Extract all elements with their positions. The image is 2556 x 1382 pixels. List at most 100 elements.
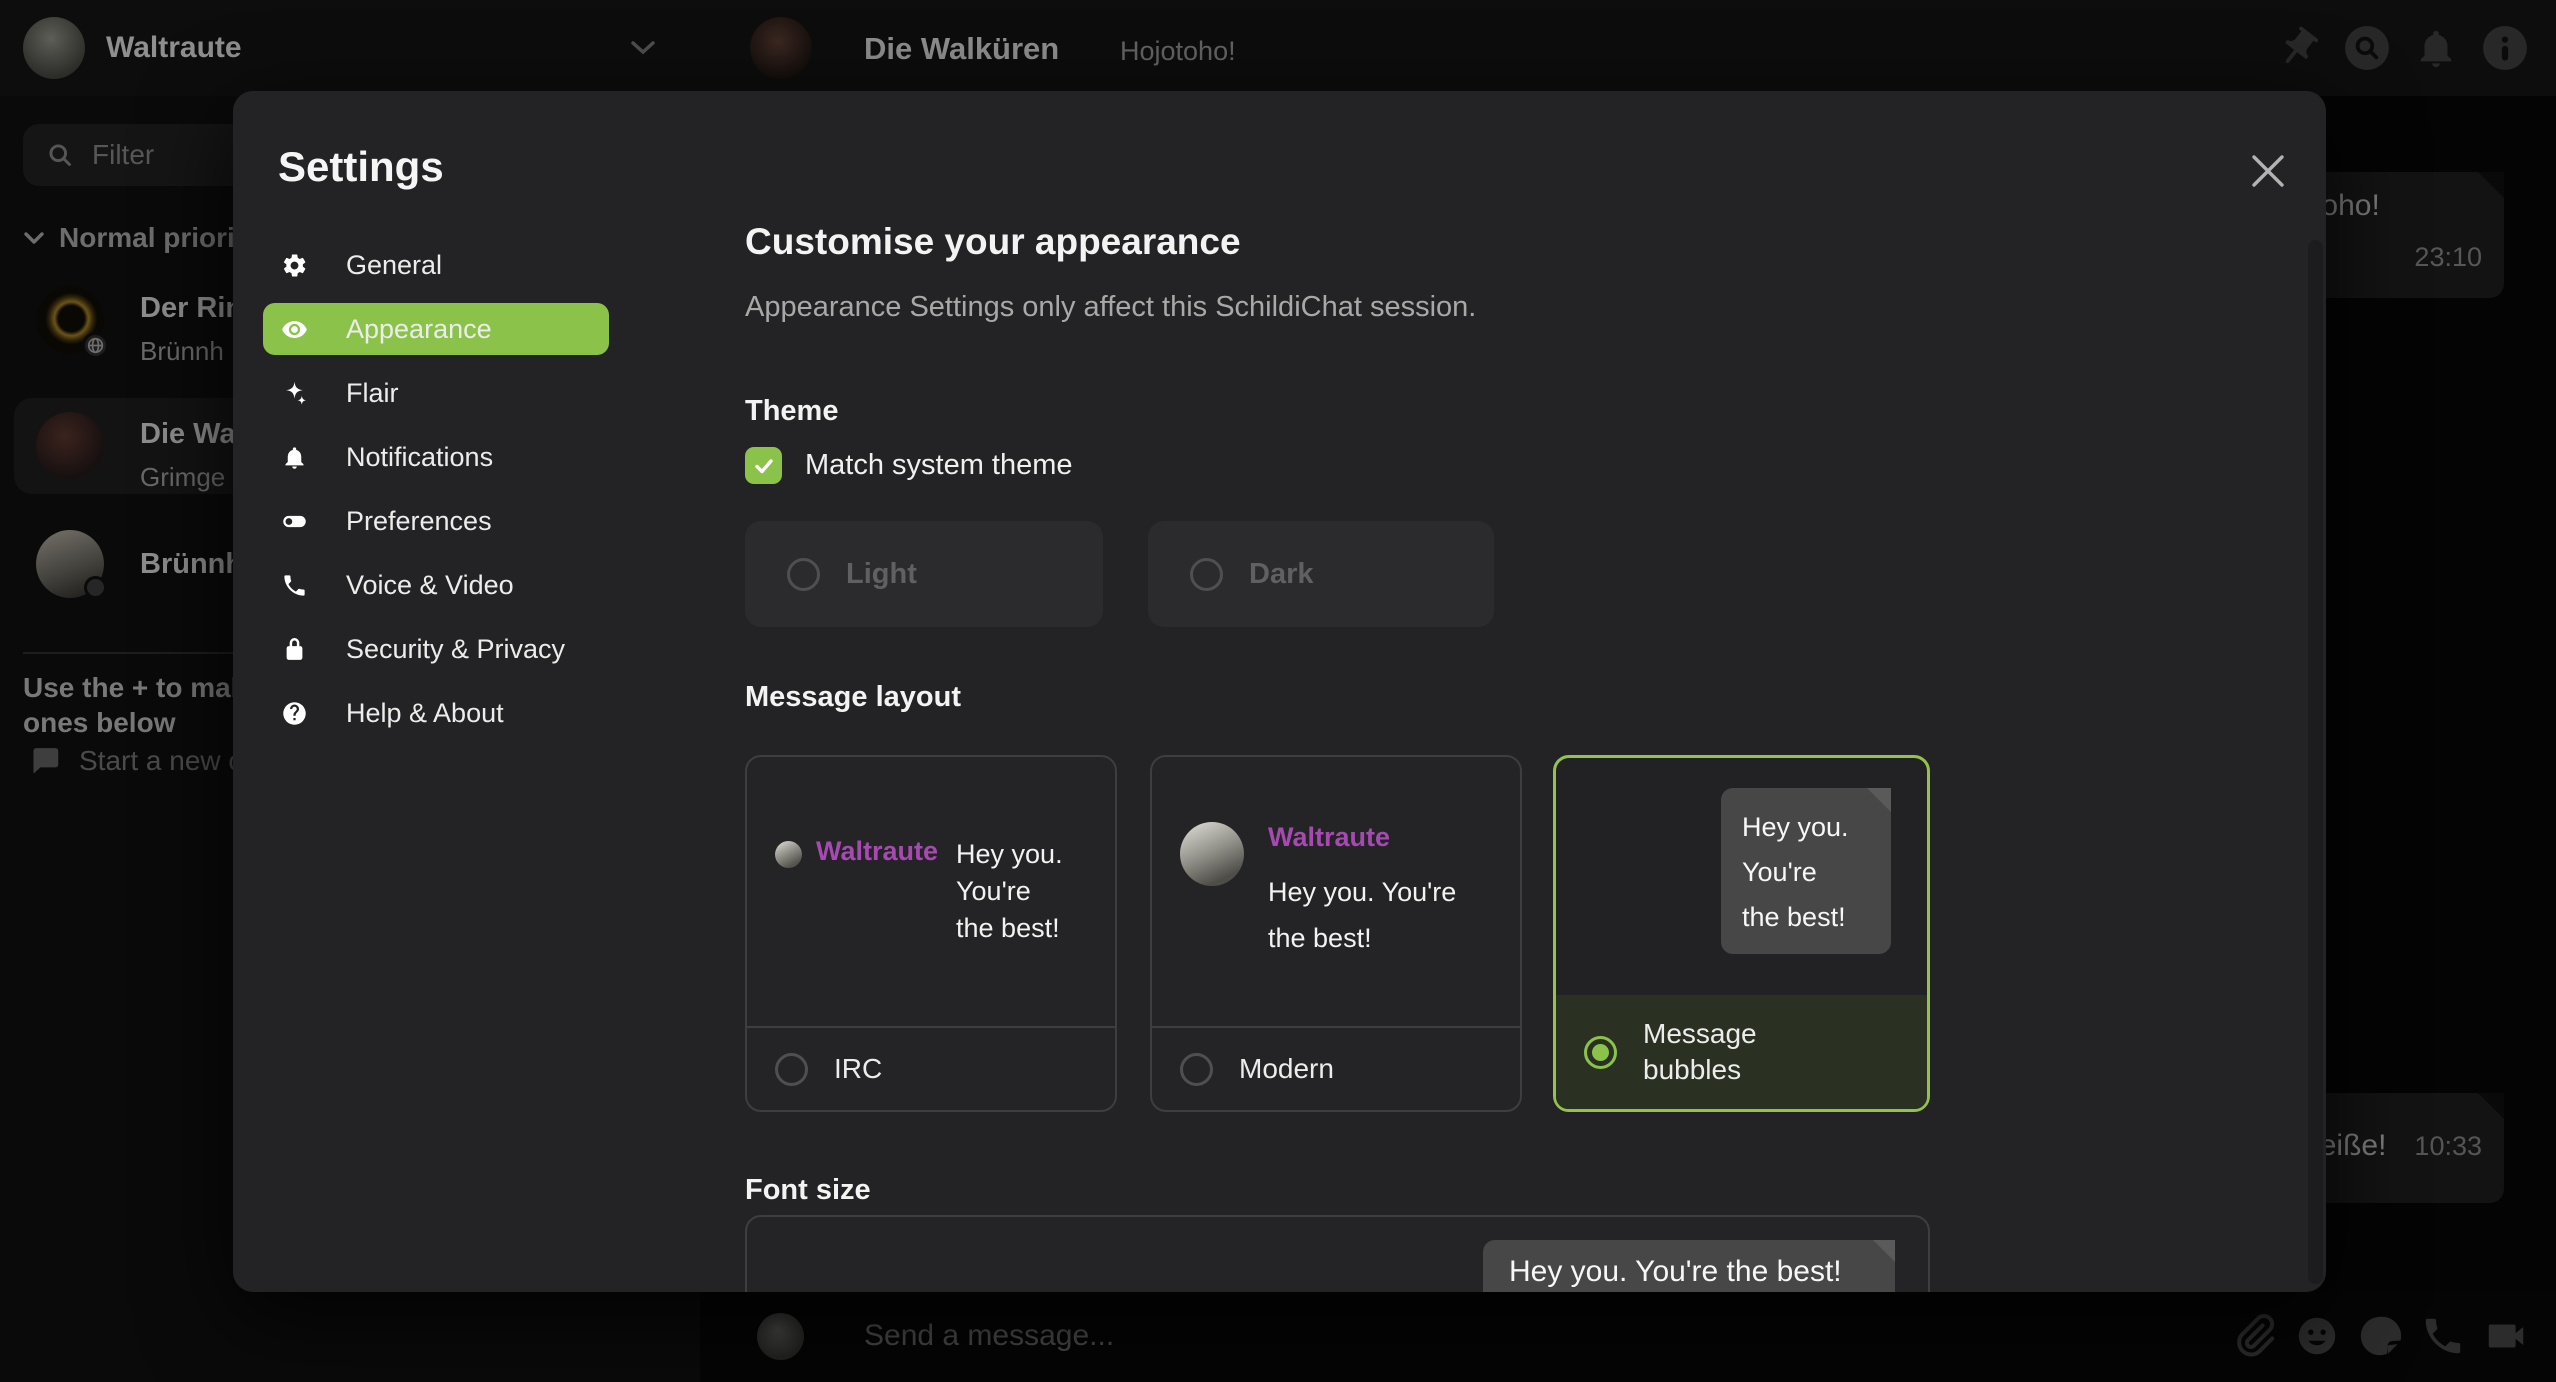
message-layout-heading: Message layout: [745, 681, 961, 714]
emoji-icon[interactable]: [2294, 1313, 2340, 1359]
sticker-icon[interactable]: [2357, 1313, 2403, 1359]
account-name: Waltraute: [106, 31, 242, 65]
room-name: Brünnh: [140, 548, 243, 581]
irc-preview: Waltraute Hey you. You're the best!: [747, 757, 1115, 1026]
preview-message: Hey you. You're the best!: [1268, 869, 1456, 961]
account-menu[interactable]: Waltraute: [23, 17, 242, 79]
theme-option-dark[interactable]: Dark: [1148, 521, 1494, 627]
filter-search-input[interactable]: Filter: [23, 124, 265, 186]
match-system-theme-checkbox[interactable]: Match system theme: [745, 447, 1073, 484]
avatar: [757, 1313, 804, 1360]
theme-option-light[interactable]: Light: [745, 521, 1103, 627]
chat-bubble-icon: [28, 744, 61, 777]
filter-placeholder: Filter: [92, 139, 154, 171]
dialog-scrollbar[interactable]: [2308, 240, 2323, 1284]
avatar: [775, 841, 802, 868]
message-timestamp: 10:33: [2414, 1131, 2482, 1162]
nav-item-help-about[interactable]: Help & About: [263, 687, 609, 739]
composer-input[interactable]: Send a message...: [864, 1319, 1114, 1353]
video-call-icon[interactable]: [2483, 1313, 2529, 1359]
nav-item-notifications[interactable]: Notifications: [263, 431, 609, 483]
search-icon[interactable]: [2344, 25, 2390, 71]
layout-radio-row[interactable]: IRC: [747, 1026, 1115, 1110]
radio-unchecked: [775, 1053, 808, 1086]
layout-option-irc[interactable]: Waltraute Hey you. You're the best! IRC: [745, 755, 1117, 1112]
nav-label: Preferences: [346, 506, 492, 537]
message-text: eiße!: [2320, 1129, 2387, 1163]
toggle-icon: [281, 508, 308, 535]
font-size-heading: Font size: [745, 1174, 871, 1207]
radio-unchecked: [1180, 1053, 1213, 1086]
room-name: Die Wa: [140, 418, 236, 451]
nav-item-preferences[interactable]: Preferences: [263, 495, 609, 547]
message-composer: Send a message...: [700, 1291, 2556, 1382]
nav-item-flair[interactable]: Flair: [263, 367, 609, 419]
start-chat-label: Start a new c: [79, 745, 242, 777]
layout-option-message-bubbles[interactable]: Hey you. You're the best! Message bubble…: [1553, 755, 1930, 1112]
attachment-icon[interactable]: [2231, 1313, 2277, 1359]
nav-item-security-privacy[interactable]: Security & Privacy: [263, 623, 609, 675]
room-topic: Hojotoho!: [1120, 36, 1236, 67]
question-icon: [281, 700, 308, 727]
chevron-down-icon: [24, 232, 44, 245]
message-timestamp: 23:10: [2414, 242, 2482, 273]
settings-nav: General Appearance Flair Notifications P…: [263, 239, 609, 751]
section-normal-priority[interactable]: Normal priorit: [24, 222, 244, 254]
nav-item-appearance[interactable]: Appearance: [263, 303, 609, 355]
voice-call-icon[interactable]: [2420, 1313, 2466, 1359]
bubbles-preview: Hey you. You're the best!: [1556, 758, 1927, 995]
layout-radio-row[interactable]: Message bubbles: [1556, 995, 1927, 1109]
preview-message: Hey you. You're the best!: [1742, 805, 1891, 940]
nav-label: Notifications: [346, 442, 493, 473]
room-avatar: [36, 412, 104, 480]
sidebar-notice: Use the + to mak ones below: [23, 670, 246, 740]
settings-content: Customise your appearance Appearance Set…: [745, 91, 1930, 1292]
pin-icon[interactable]: [2275, 25, 2321, 71]
preview-bubble: Hey you. You're the best!: [1483, 1240, 1895, 1292]
chevron-down-icon[interactable]: [630, 40, 656, 55]
avatar: [23, 17, 85, 79]
layout-option-label: IRC: [834, 1053, 882, 1085]
globe-icon: [87, 337, 104, 354]
checkbox-checked: [745, 447, 782, 484]
close-icon[interactable]: [2248, 151, 2288, 191]
layout-option-label: Modern: [1239, 1053, 1334, 1085]
bell-icon: [281, 444, 308, 471]
room-name: Der Rin: [140, 292, 243, 325]
theme-option-label: Light: [846, 558, 917, 591]
start-chat-button[interactable]: Start a new c: [28, 744, 242, 777]
avatar: [1180, 822, 1244, 886]
search-icon: [47, 142, 74, 169]
top-bar: Waltraute Die Walküren Hojotoho!: [0, 0, 2556, 96]
theme-option-label: Dark: [1249, 558, 1314, 591]
check-icon: [752, 454, 776, 478]
modern-preview: Waltraute Hey you. You're the best!: [1152, 757, 1520, 1026]
radio-checked: [1584, 1036, 1617, 1069]
dialog-title: Settings: [278, 143, 444, 191]
nav-item-voice-video[interactable]: Voice & Video: [263, 559, 609, 611]
layout-radio-row[interactable]: Modern: [1152, 1026, 1520, 1110]
content-subheading: Appearance Settings only affect this Sch…: [745, 291, 1476, 324]
layout-option-modern[interactable]: Waltraute Hey you. You're the best! Mode…: [1150, 755, 1522, 1112]
bell-icon[interactable]: [2413, 25, 2459, 71]
status-dot-badge: [84, 576, 107, 599]
eye-icon: [281, 316, 308, 343]
theme-heading: Theme: [745, 395, 838, 428]
room-preview: Grimge: [140, 462, 225, 493]
info-icon[interactable]: [2482, 25, 2528, 71]
nav-label: Flair: [346, 378, 399, 409]
nav-item-general[interactable]: General: [263, 239, 609, 291]
sender-name: Waltraute: [1268, 822, 1456, 853]
content-heading: Customise your appearance: [745, 221, 1241, 263]
divider: [23, 652, 243, 654]
room-avatar[interactable]: [750, 17, 812, 79]
nav-label: Appearance: [346, 314, 492, 345]
nav-label: General: [346, 250, 442, 281]
public-room-badge: [82, 332, 109, 359]
radio-unchecked: [1190, 558, 1223, 591]
sparkle-icon: [281, 380, 308, 407]
room-title: Die Walküren: [864, 31, 1059, 67]
phone-icon: [281, 572, 308, 599]
nav-label: Help & About: [346, 698, 504, 729]
preview-message: Hey you. You're the best!: [956, 836, 1063, 947]
